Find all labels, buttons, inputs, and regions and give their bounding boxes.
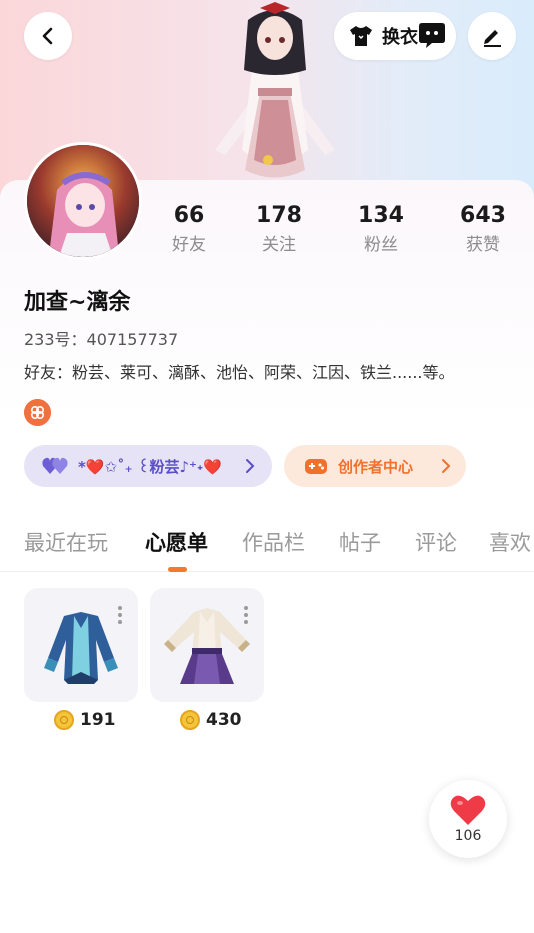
chevron-right-icon	[246, 459, 255, 473]
more-options-icon[interactable]	[118, 606, 122, 627]
stat-label: 好友	[172, 235, 206, 255]
chevron-right-icon	[442, 459, 451, 473]
tab-wishlist[interactable]: 心愿单	[145, 524, 208, 562]
tab-recently-played[interactable]: 最近在玩	[24, 524, 108, 562]
intimacy-badge[interactable]: *❤️✩˚₊ ꒰粉芸♪⁺˖❤️	[24, 445, 272, 487]
stat-label: 关注	[262, 235, 296, 255]
username: 加查~漓余	[24, 290, 131, 315]
heart-icon	[450, 795, 486, 825]
tab-works[interactable]: 作品栏	[242, 524, 305, 562]
stat-label: 粉丝	[364, 235, 398, 255]
like-button[interactable]: 106	[429, 780, 507, 858]
chat-bubble-icon[interactable]	[418, 21, 446, 49]
tab-posts[interactable]: 帖子	[339, 524, 381, 562]
stat-value: 134	[358, 203, 404, 228]
gamepad-icon	[305, 459, 327, 474]
tab-likes[interactable]: 喜欢	[489, 524, 531, 562]
stat-likes[interactable]: 643 获赞	[443, 200, 523, 258]
character-figure	[215, 2, 335, 178]
stat-followers[interactable]: 134 粉丝	[341, 200, 421, 258]
intimacy-badge-text: *❤️✩˚₊ ꒰粉芸♪⁺˖❤️	[78, 457, 222, 476]
avatar-image	[27, 145, 139, 257]
pencil-icon	[484, 30, 501, 47]
stat-value: 178	[256, 203, 302, 228]
profile-tabs: 最近在玩 心愿单 作品栏 帖子 评论 喜欢	[0, 520, 534, 572]
friends-list-text: 好友：粉芸、莱可、漓酥、池怡、阿荣、江因、铁兰......等。	[24, 363, 455, 382]
creator-center-button[interactable]: 创作者中心	[284, 445, 466, 487]
edit-profile-button[interactable]	[468, 12, 516, 60]
stat-label: 获赞	[466, 235, 500, 255]
wishlist-price: 430	[180, 710, 242, 730]
avatar[interactable]	[24, 142, 142, 260]
stat-following[interactable]: 178 关注	[239, 200, 319, 258]
creator-center-label: 创作者中心	[338, 457, 414, 476]
coin-icon	[180, 710, 200, 730]
stat-value: 643	[460, 203, 506, 228]
wishlist-item[interactable]	[150, 588, 264, 702]
tab-comments[interactable]: 评论	[415, 524, 457, 562]
price-value: 191	[80, 710, 116, 730]
tshirt-icon	[350, 26, 372, 46]
more-options-icon[interactable]	[244, 606, 248, 627]
stat-value: 66	[173, 203, 205, 228]
stat-friends[interactable]: 66 好友	[149, 200, 229, 258]
active-tab-indicator	[168, 567, 187, 572]
like-count: 106	[454, 828, 482, 844]
flower-tag-icon[interactable]	[24, 399, 51, 426]
price-value: 430	[206, 710, 242, 730]
change-outfit-label: 换衣	[382, 27, 418, 48]
double-heart-icon	[42, 457, 68, 474]
user-id: 233号：407157737	[24, 330, 179, 349]
coin-icon	[54, 710, 74, 730]
chevron-left-icon	[42, 27, 53, 45]
wishlist-item[interactable]	[24, 588, 138, 702]
wishlist-price: 191	[54, 710, 116, 730]
back-button[interactable]	[24, 12, 72, 60]
